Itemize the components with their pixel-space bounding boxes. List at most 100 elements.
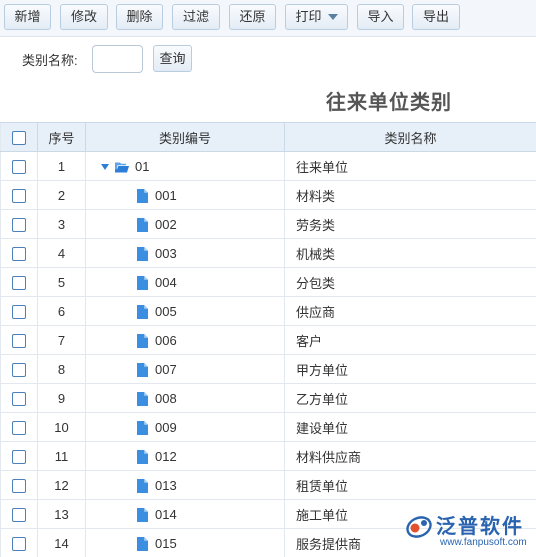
row-checkbox[interactable]	[12, 275, 26, 290]
query-button[interactable]: 查询	[153, 45, 192, 72]
row-checkbox[interactable]	[12, 507, 26, 522]
table-row[interactable]: 11 012 材料供应商	[0, 441, 536, 471]
row-code-cell: 01	[85, 151, 285, 181]
file-icon	[137, 507, 148, 522]
row-select-cell	[0, 151, 38, 181]
toolbar: 新增 修改 删除 过滤 还原 打印 导入 导出	[0, 0, 536, 37]
import-button[interactable]: 导入	[357, 4, 404, 30]
row-select-cell	[0, 209, 38, 239]
row-code: 009	[155, 420, 177, 435]
row-index: 12	[37, 470, 86, 500]
row-checkbox[interactable]	[12, 362, 26, 377]
row-select-cell	[0, 412, 38, 442]
table-row[interactable]: 6 005 供应商	[0, 296, 536, 326]
export-button[interactable]: 导出	[412, 4, 460, 30]
edit-button[interactable]: 修改	[60, 4, 108, 30]
file-icon	[137, 478, 148, 493]
row-index: 11	[37, 441, 86, 471]
row-select-cell	[0, 383, 38, 413]
delete-button[interactable]: 删除	[116, 4, 163, 30]
row-checkbox[interactable]	[12, 449, 26, 464]
table-row[interactable]: 2 001 材料类	[0, 180, 536, 210]
filter-button[interactable]: 过滤	[172, 4, 220, 30]
row-name: 劳务类	[284, 209, 536, 239]
add-button[interactable]: 新增	[4, 4, 51, 30]
row-name: 客户	[284, 325, 536, 355]
column-header-name[interactable]: 类别名称	[284, 122, 536, 152]
file-icon	[137, 391, 148, 406]
row-name: 甲方单位	[284, 354, 536, 384]
search-label: 类别名称:	[22, 53, 78, 68]
watermark-name: 泛普软件	[436, 514, 524, 538]
row-checkbox[interactable]	[12, 246, 26, 261]
row-index: 6	[37, 296, 86, 326]
caret-down-icon	[327, 13, 338, 20]
file-icon	[137, 449, 148, 464]
row-checkbox[interactable]	[12, 304, 26, 319]
row-index: 8	[37, 354, 86, 384]
table-row[interactable]: 12 013 租赁单位	[0, 470, 536, 500]
table-row[interactable]: 3 002 劳务类	[0, 209, 536, 239]
file-icon	[137, 246, 148, 261]
row-name: 材料供应商	[284, 441, 536, 471]
select-all-checkbox[interactable]	[12, 130, 26, 145]
select-all-cell	[0, 122, 38, 152]
row-code-cell: 003	[85, 238, 285, 268]
table-row[interactable]: 1 01 往来单位	[0, 151, 536, 181]
restore-button[interactable]: 还原	[229, 4, 276, 30]
table-header-row: 序号 类别编号 类别名称	[0, 122, 536, 152]
row-name: 往来单位	[284, 151, 536, 181]
file-icon	[137, 275, 148, 290]
row-index: 2	[37, 180, 86, 210]
row-select-cell	[0, 499, 38, 529]
table-row[interactable]: 10 009 建设单位	[0, 412, 536, 442]
row-code: 013	[155, 478, 177, 493]
category-grid: 序号 类别编号 类别名称 1 01 往来单位 2 001 材料类 3 002 劳务类 4 003 机械…	[0, 122, 536, 557]
row-code: 005	[155, 304, 177, 319]
row-checkbox[interactable]	[12, 536, 26, 551]
row-checkbox[interactable]	[12, 188, 26, 203]
row-checkbox[interactable]	[12, 478, 26, 493]
table-row[interactable]: 8 007 甲方单位	[0, 354, 536, 384]
row-select-cell	[0, 180, 38, 210]
row-index: 1	[37, 151, 86, 181]
row-code-cell: 007	[85, 354, 285, 384]
row-name: 材料类	[284, 180, 536, 210]
row-code: 008	[155, 391, 177, 406]
row-index: 3	[37, 209, 86, 239]
row-code: 004	[155, 275, 177, 290]
category-name-input[interactable]	[92, 45, 143, 73]
row-code-cell: 005	[85, 296, 285, 326]
brand-logo-icon	[406, 516, 432, 538]
table-row[interactable]: 5 004 分包类	[0, 267, 536, 297]
row-code: 006	[155, 333, 177, 348]
folder-open-icon	[115, 161, 129, 173]
print-button-label: 打印	[295, 9, 322, 24]
row-code: 012	[155, 449, 177, 464]
file-icon	[137, 536, 148, 551]
row-code-cell: 013	[85, 470, 285, 500]
row-checkbox[interactable]	[12, 391, 26, 406]
row-checkbox[interactable]	[12, 159, 26, 174]
file-icon	[137, 217, 148, 232]
row-checkbox[interactable]	[12, 217, 26, 232]
row-code-cell: 009	[85, 412, 285, 442]
expand-triangle-icon[interactable]	[101, 163, 109, 170]
print-button[interactable]: 打印	[285, 4, 348, 30]
row-checkbox[interactable]	[12, 333, 26, 348]
file-icon	[137, 333, 148, 348]
row-index: 14	[37, 528, 86, 557]
row-code-cell: 002	[85, 209, 285, 239]
row-code-cell: 006	[85, 325, 285, 355]
table-row[interactable]: 9 008 乙方单位	[0, 383, 536, 413]
file-icon	[137, 188, 148, 203]
table-row[interactable]: 4 003 机械类	[0, 238, 536, 268]
column-header-index[interactable]: 序号	[37, 122, 86, 152]
row-code-cell: 008	[85, 383, 285, 413]
column-header-code[interactable]: 类别编号	[85, 122, 285, 152]
row-select-cell	[0, 354, 38, 384]
row-code: 007	[155, 362, 177, 377]
table-row[interactable]: 7 006 客户	[0, 325, 536, 355]
category-table: 序号 类别编号 类别名称 1 01 往来单位 2 001 材料类 3 002 劳务类 4 003 机械…	[0, 122, 536, 557]
row-checkbox[interactable]	[12, 420, 26, 435]
